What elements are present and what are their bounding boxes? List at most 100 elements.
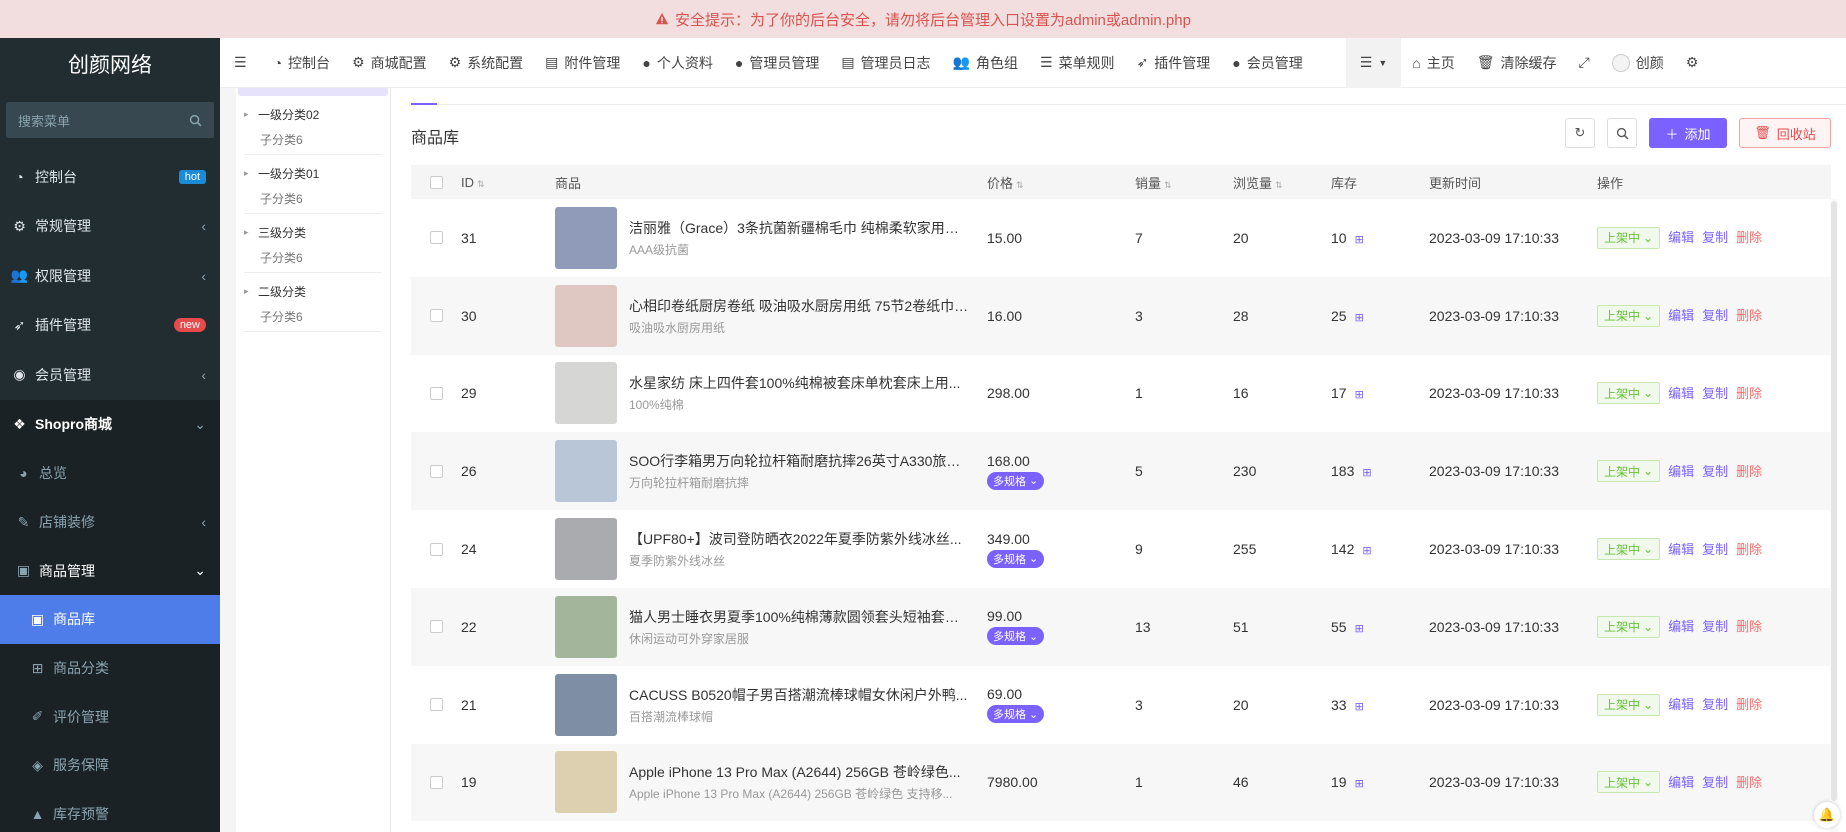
stock-edit-icon[interactable]: ⊞ [1362, 467, 1371, 479]
stock-edit-icon[interactable]: ⊞ [1355, 234, 1364, 246]
sidebar-item-decorate[interactable]: ✎ 店铺装修 ‹ [0, 497, 220, 547]
sidebar-item-goods-manage[interactable]: ▣ 商品管理 ⌄ [0, 546, 220, 596]
copy-link[interactable]: 复制 [1702, 775, 1728, 790]
row-checkbox[interactable] [429, 386, 443, 400]
multi-spec-dropdown[interactable]: 多规格 ⌄ [987, 705, 1045, 724]
caret-right-icon[interactable]: ▸ [244, 227, 250, 238]
tree-selected-node[interactable] [238, 88, 388, 96]
sidebar-toggle-button[interactable]: ☰ [220, 38, 263, 88]
table-scrollbar[interactable] [1830, 199, 1838, 832]
stock-edit-icon[interactable]: ⊞ [1355, 778, 1364, 790]
sidebar-item-comments[interactable]: ✐ 评价管理 [0, 692, 220, 742]
copy-link[interactable]: 复制 [1702, 386, 1728, 401]
topnav-addons[interactable]: ➶ 插件管理 [1126, 38, 1222, 88]
delete-link[interactable]: 删除 [1736, 542, 1762, 557]
topnav-shop-config[interactable]: ⚙ 商城配置 [341, 38, 438, 88]
sidebar-item-dashboard[interactable]: ◔ 控制台 hot [0, 152, 220, 202]
status-dropdown[interactable]: 上架中 ⌄ [1597, 693, 1661, 716]
goods-thumbnail[interactable] [555, 673, 617, 736]
goods-thumbnail[interactable] [555, 206, 617, 269]
edit-link[interactable]: 编辑 [1668, 697, 1694, 712]
status-dropdown[interactable]: 上架中 ⌄ [1597, 460, 1661, 483]
goods-thumbnail[interactable] [555, 751, 617, 814]
header-sales[interactable]: 销量 ⇅ [1135, 173, 1233, 192]
tree-child[interactable]: 子分类6 [244, 190, 382, 207]
copy-link[interactable]: 复制 [1702, 308, 1728, 323]
notification-bell-icon[interactable]: 🔔 [1814, 802, 1840, 828]
topnav-clear-cache[interactable]: 🗑 清除缓存 [1466, 38, 1568, 88]
multi-spec-dropdown[interactable]: 多规格 ⌄ [987, 627, 1045, 646]
row-checkbox[interactable] [429, 542, 443, 556]
delete-link[interactable]: 删除 [1736, 775, 1762, 790]
topnav-system-config[interactable]: ⚙ 系统配置 [438, 38, 535, 88]
sidebar-item-goods-library[interactable]: ▣ 商品库 [0, 595, 220, 644]
edit-link[interactable]: 编辑 [1668, 542, 1694, 557]
edit-link[interactable]: 编辑 [1668, 619, 1694, 634]
copy-link[interactable]: 复制 [1702, 542, 1728, 557]
header-id[interactable]: ID ⇅ [461, 175, 555, 190]
goods-title[interactable]: Apple iPhone 13 Pro Max (A2644) 256GB 苍岭… [629, 762, 969, 782]
copy-link[interactable]: 复制 [1702, 464, 1728, 479]
topnav-menu-rules[interactable]: ☰ 菜单规则 [1029, 38, 1126, 88]
tree-node[interactable]: ▸ 三级分类 子分类6 [244, 214, 382, 273]
stock-edit-icon[interactable]: ⊞ [1355, 701, 1364, 713]
copy-link[interactable]: 复制 [1702, 697, 1728, 712]
table-row[interactable]: 31 洁丽雅（Grace）3条抗菌新疆棉毛巾 纯棉柔软家用洗... AAA级抗菌 15… [411, 199, 1831, 277]
stock-edit-icon[interactable]: ⊞ [1355, 389, 1364, 401]
search-button[interactable] [1607, 118, 1637, 148]
delete-link[interactable]: 删除 [1736, 619, 1762, 634]
status-dropdown[interactable]: 上架中 ⌄ [1597, 538, 1661, 561]
row-checkbox[interactable] [429, 620, 443, 634]
table-row[interactable]: 22 猫人男士睡衣男夏季100%纯棉薄款圆领套头短袖套装... 休闲运动可外穿家居服… [411, 587, 1831, 666]
goods-thumbnail[interactable] [555, 362, 617, 425]
status-dropdown[interactable]: 上架中 ⌄ [1597, 615, 1661, 638]
goods-thumbnail[interactable] [555, 595, 617, 658]
stock-edit-icon[interactable]: ⊞ [1355, 623, 1364, 635]
sidebar-item-goods-category[interactable]: ⊞ 商品分类 [0, 643, 220, 693]
sidebar-item-service[interactable]: ◈ 服务保障 [0, 741, 220, 790]
menu-search-input[interactable]: 搜索菜单 [6, 102, 214, 138]
stock-edit-icon[interactable]: ⊞ [1362, 545, 1371, 557]
sidebar-item-overview[interactable]: ◕ 总览 [0, 449, 220, 498]
row-checkbox[interactable] [429, 698, 443, 712]
goods-title[interactable]: 洁丽雅（Grace）3条抗菌新疆棉毛巾 纯棉柔软家用洗... [629, 218, 969, 238]
topnav-dashboard[interactable]: ◔ 控制台 [263, 38, 341, 88]
topnav-admins[interactable]: ● 管理员管理 [724, 38, 830, 88]
stock-edit-icon[interactable]: ⊞ [1355, 312, 1364, 324]
header-views[interactable]: 浏览量 ⇅ [1233, 173, 1331, 192]
copy-link[interactable]: 复制 [1702, 619, 1728, 634]
tree-child[interactable]: 子分类6 [244, 131, 382, 148]
caret-right-icon[interactable]: ▸ [244, 109, 250, 120]
table-row[interactable]: 21 CACUSS B0520帽子男百搭潮流棒球帽女休闲户外鸭... 百搭潮流棒球帽… [411, 666, 1831, 744]
status-dropdown[interactable]: 上架中 ⌄ [1597, 382, 1661, 405]
tree-node[interactable]: ▸ 一级分类01 子分类6 [244, 155, 382, 214]
topnav-admin-log[interactable]: ▤ 管理员日志 [830, 38, 941, 88]
edit-link[interactable]: 编辑 [1668, 464, 1694, 479]
delete-link[interactable]: 删除 [1736, 464, 1762, 479]
topnav-settings[interactable]: ⚙ [1675, 38, 1710, 88]
goods-thumbnail[interactable] [555, 284, 617, 347]
sidebar-item-addons[interactable]: ➶ 插件管理 new [0, 301, 220, 351]
table-row[interactable]: 30 心相印卷纸厨房卷纸 吸油吸水厨房用纸 75节2卷纸巾 ... 吸油吸水厨房用纸… [411, 276, 1831, 355]
goods-title[interactable]: 猫人男士睡衣男夏季100%纯棉薄款圆领套头短袖套装... [629, 607, 969, 627]
goods-thumbnail[interactable] [555, 518, 617, 581]
tree-child[interactable]: 子分类6 [244, 249, 382, 266]
topnav-more-dropdown[interactable]: ☰ ▼ [1345, 37, 1402, 88]
table-row[interactable]: 26 SOO行李箱男万向轮拉杆箱耐磨抗摔26英寸A330旅行... 万向轮拉杆箱耐磨… [411, 432, 1831, 511]
topnav-members[interactable]: ● 会员管理 [1221, 38, 1313, 88]
goods-title[interactable]: 【UPF80+】波司登防晒衣2022年夏季防紫外线冰丝... [629, 529, 969, 549]
sidebar-item-auth[interactable]: 👥 权限管理 ‹ [0, 251, 220, 301]
refresh-button[interactable]: ↻ [1565, 118, 1595, 148]
goods-title[interactable]: CACUSS B0520帽子男百搭潮流棒球帽女休闲户外鸭... [629, 685, 969, 705]
topnav-attachments[interactable]: ▤ 附件管理 [534, 38, 631, 88]
copy-link[interactable]: 复制 [1702, 230, 1728, 245]
goods-title[interactable]: 水星家纺 床上四件套100%纯棉被套床单枕套床上用... [629, 373, 969, 393]
table-row[interactable]: 29 水星家纺 床上四件套100%纯棉被套床单枕套床上用... 100%纯棉 298.… [411, 355, 1831, 433]
status-dropdown[interactable]: 上架中 ⌄ [1597, 771, 1661, 794]
edit-link[interactable]: 编辑 [1668, 308, 1694, 323]
row-checkbox[interactable] [429, 464, 443, 478]
status-dropdown[interactable]: 上架中 ⌄ [1597, 304, 1661, 327]
topnav-role-group[interactable]: 👥 角色组 [942, 38, 1029, 88]
goods-title[interactable]: 心相印卷纸厨房卷纸 吸油吸水厨房用纸 75节2卷纸巾 ... [629, 296, 969, 316]
caret-right-icon[interactable]: ▸ [244, 168, 250, 179]
